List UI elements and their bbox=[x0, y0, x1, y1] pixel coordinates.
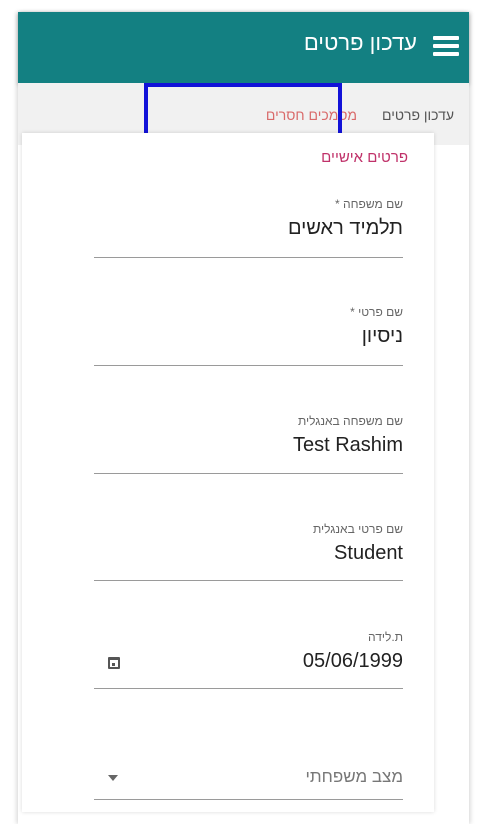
app-bar: עדכון פרטים bbox=[18, 12, 469, 83]
page-title: עדכון פרטים bbox=[303, 30, 417, 55]
first-name-field[interactable]: שם פרטי * ניסיון bbox=[94, 305, 403, 367]
birth-date-field[interactable]: ת.לידה 05/06/1999 bbox=[94, 630, 403, 692]
hamburger-menu-icon[interactable] bbox=[433, 36, 459, 56]
first-name-english-field[interactable]: שם פרטי באנגלית Student bbox=[94, 522, 403, 584]
section-title: פרטים אישיים bbox=[321, 149, 408, 166]
marital-status-placeholder[interactable]: מצב משפחתי bbox=[306, 767, 403, 787]
first-name-english-underline bbox=[94, 580, 403, 581]
birth-date-label: ת.לידה bbox=[368, 630, 403, 644]
birth-date-value[interactable]: 05/06/1999 bbox=[303, 650, 403, 673]
last-name-english-value[interactable]: Test Rashim bbox=[293, 434, 403, 457]
last-name-english-field[interactable]: שם משפחה באנגלית Test Rashim bbox=[94, 414, 403, 476]
marital-status-select[interactable]: מצב משפחתי bbox=[94, 742, 403, 804]
last-name-value[interactable]: תלמיד ראשים bbox=[288, 217, 403, 240]
first-name-english-value[interactable]: Student bbox=[334, 542, 403, 565]
last-name-english-underline bbox=[94, 473, 403, 474]
marital-status-underline bbox=[94, 799, 403, 800]
first-name-label: שם פרטי * bbox=[350, 305, 403, 319]
birth-date-underline bbox=[94, 688, 403, 689]
calendar-icon[interactable] bbox=[108, 657, 120, 669]
last-name-label: שם משפחה * bbox=[335, 197, 403, 211]
last-name-field[interactable]: שם משפחה * תלמיד ראשים bbox=[94, 197, 403, 259]
chevron-down-icon[interactable] bbox=[108, 775, 118, 781]
first-name-english-label: שם פרטי באנגלית bbox=[313, 522, 403, 536]
first-name-value[interactable]: ניסיון bbox=[362, 325, 403, 348]
tab-update-details[interactable]: עדכון פרטים bbox=[382, 107, 454, 123]
last-name-underline bbox=[94, 257, 403, 258]
first-name-underline bbox=[94, 365, 403, 366]
highlight-box bbox=[144, 83, 342, 140]
last-name-english-label: שם משפחה באנגלית bbox=[297, 414, 403, 428]
